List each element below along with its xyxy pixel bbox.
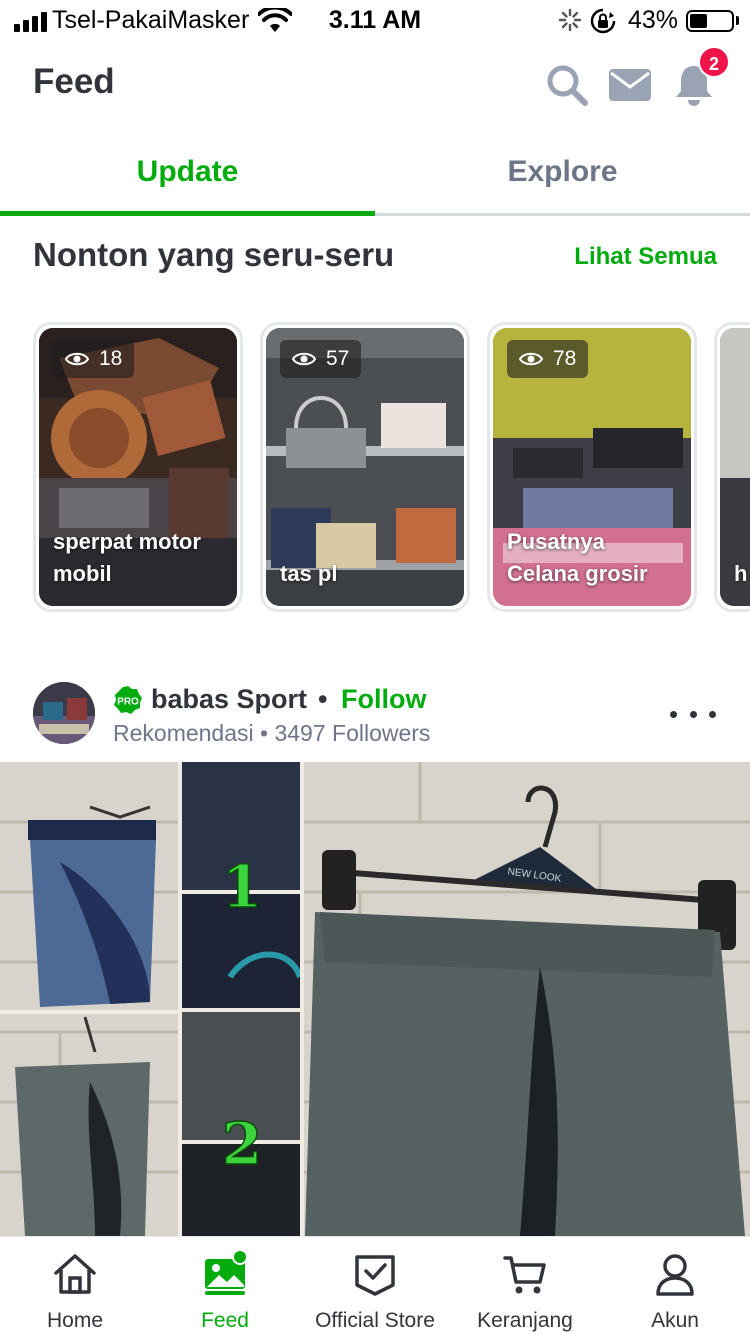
- collage-number-2: 2: [222, 1110, 262, 1178]
- feed-tabs: Update Explore: [0, 128, 750, 216]
- post-image[interactable]: 1 2 NEW LOOK: [0, 762, 750, 1236]
- see-all-link[interactable]: Lihat Semua: [574, 243, 717, 271]
- view-count: 57: [326, 347, 350, 370]
- pro-badge-icon: PRO: [114, 686, 142, 714]
- follow-button[interactable]: Follow: [341, 684, 426, 715]
- home-icon: [54, 1254, 96, 1294]
- mail-icon[interactable]: [607, 62, 653, 108]
- search-icon[interactable]: [544, 62, 590, 108]
- nav-account-label: Akun: [651, 1309, 699, 1332]
- video-card[interactable]: 57 tas pl: [260, 322, 470, 612]
- video-thumbnail: 78 Pusatnya Celana grosir: [493, 328, 691, 606]
- section-title: Nonton yang seru-seru: [33, 236, 395, 273]
- status-bar: Tsel-PakaiMasker 3.11 AM 43%: [0, 0, 750, 42]
- notification-badge: 2: [698, 46, 730, 78]
- activity-spinner-icon: [558, 8, 582, 32]
- video-carousel[interactable]: 18 sperpat motor mobil 57 tas pl 78 Pusa…: [33, 322, 750, 612]
- video-card[interactable]: 78 Pusatnya Celana grosir: [487, 322, 697, 612]
- app-header: Feed: [0, 42, 750, 128]
- nav-feed-indicator-dot: [232, 1249, 248, 1265]
- rotation-lock-icon: [590, 8, 616, 34]
- video-thumbnail: 18 sperpat motor mobil: [39, 328, 237, 606]
- shop-name[interactable]: babas Sport: [151, 684, 307, 715]
- nav-home[interactable]: Home: [0, 1237, 150, 1334]
- active-tab-indicator: [0, 211, 375, 216]
- nav-cart[interactable]: Keranjang: [450, 1237, 600, 1334]
- eye-icon: [65, 352, 89, 366]
- battery-percent: 43%: [628, 6, 679, 34]
- nav-official-store-label: Official Store: [315, 1309, 435, 1332]
- video-card[interactable]: h k: [714, 322, 750, 612]
- video-caption: tas pl: [280, 561, 338, 586]
- account-icon: [656, 1254, 694, 1296]
- nav-feed[interactable]: Feed: [150, 1237, 300, 1334]
- shop-avatar-image: [33, 682, 95, 744]
- bottom-navigation: Home Feed Official Store Keranjang Akun: [0, 1236, 750, 1334]
- shop-avatar[interactable]: [33, 682, 95, 744]
- nav-account[interactable]: Akun: [600, 1237, 750, 1334]
- post-collage-image: 1 2 NEW LOOK: [0, 762, 750, 1236]
- video-caption: Pusatnya Celana grosir: [507, 529, 648, 586]
- video-thumbnail: 57 tas pl: [266, 328, 464, 606]
- battery-icon: [686, 10, 734, 32]
- view-count-pill: 18: [53, 340, 135, 378]
- video-thumbnail: h k: [720, 328, 750, 606]
- post-header: PRO babas Sport • Follow Rekomendasi • 3…: [0, 672, 750, 758]
- official-store-icon: [355, 1255, 395, 1296]
- tab-update[interactable]: Update: [0, 128, 375, 216]
- view-count-pill: 78: [507, 340, 589, 378]
- eye-icon: [519, 352, 543, 366]
- eye-icon: [292, 352, 316, 366]
- more-options-icon[interactable]: [670, 700, 716, 728]
- battery-level-fill: [690, 14, 707, 28]
- battery-cap: [736, 16, 739, 25]
- svg-text:PRO: PRO: [117, 697, 139, 708]
- collage-number-1: 1: [222, 853, 262, 921]
- video-card[interactable]: 18 sperpat motor mobil: [33, 322, 243, 612]
- cart-icon: [503, 1256, 546, 1294]
- video-caption: h k: [734, 561, 750, 586]
- page-title: Feed: [33, 62, 115, 101]
- separator-dot: •: [318, 684, 328, 714]
- nav-cart-label: Keranjang: [477, 1309, 573, 1332]
- nav-home-label: Home: [46, 1309, 104, 1332]
- view-count-pill: 57: [280, 340, 362, 378]
- nav-official-store[interactable]: Official Store: [300, 1237, 450, 1334]
- view-count: 78: [553, 347, 577, 370]
- tab-explore[interactable]: Explore: [375, 128, 750, 216]
- video-caption: sperpat motor mobil: [53, 529, 201, 586]
- nav-feed-label: Feed: [201, 1309, 249, 1332]
- view-count: 18: [99, 347, 123, 370]
- post-subtitle: Rekomendasi • 3497 Followers: [113, 720, 431, 746]
